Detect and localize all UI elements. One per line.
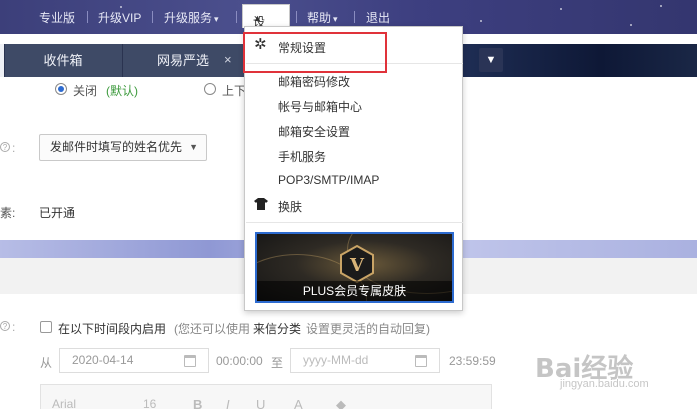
radio-off[interactable]	[55, 83, 67, 95]
editor-toolbar	[40, 384, 492, 409]
shirt-icon	[254, 198, 268, 213]
star-decoration	[630, 24, 632, 26]
skin-caption: PLUS会员专属皮肤	[257, 281, 452, 301]
shirt-icon-svg	[254, 198, 268, 210]
menu-item-security[interactable]: 邮箱安全设置	[278, 123, 350, 140]
nav-logout[interactable]: 退出	[366, 9, 390, 26]
menu-item-mobile[interactable]: 手机服务	[278, 148, 326, 165]
end-time[interactable]: 23:59:59	[449, 354, 496, 368]
star-decoration	[480, 20, 482, 22]
nav-upgrade-service[interactable]: 升级服务 ▾	[164, 9, 219, 26]
highlight-icon[interactable]: ◆	[336, 397, 346, 409]
v-badge-icon: V	[340, 244, 374, 284]
font-color-button[interactable]: A	[294, 397, 303, 409]
colon: :	[12, 320, 16, 334]
colon: :	[12, 141, 16, 155]
bold-button[interactable]: B	[193, 397, 202, 409]
underline-button[interactable]: U	[256, 397, 265, 409]
star-decoration	[560, 8, 562, 10]
nav-separator	[236, 11, 237, 23]
highlight-box	[243, 32, 387, 73]
time-period-label: 在以下时间段内启用	[58, 322, 167, 336]
nav-upgrade-vip[interactable]: 升级VIP	[98, 9, 141, 26]
mail-classification-link[interactable]: 来信分类	[253, 320, 301, 337]
calendar-icon[interactable]	[184, 355, 196, 367]
to-label: 至	[271, 356, 284, 370]
tab-inbox[interactable]: 收件箱	[4, 44, 122, 77]
star-decoration	[120, 6, 122, 8]
chevron-up-icon: ▲	[253, 13, 262, 23]
star-decoration	[660, 5, 662, 7]
tab-inbox-label: 收件箱	[43, 53, 83, 68]
nav-separator	[354, 11, 355, 23]
menu-divider	[246, 222, 463, 223]
chevron-down-icon: ▾	[214, 14, 219, 24]
help-icon[interactable]: ?	[0, 142, 10, 152]
tab-list-button[interactable]: ▼	[479, 48, 503, 72]
from-label: 从	[40, 356, 53, 370]
v-badge-letter: V	[349, 255, 365, 276]
menu-item-password-change[interactable]: 邮箱密码修改	[278, 73, 350, 90]
start-time[interactable]: 00:00:00	[216, 354, 263, 368]
time-period-hint-prefix: (您还可以使用	[174, 322, 250, 336]
nav-settings[interactable]: 设置 ▲	[242, 4, 290, 46]
sender-name-select-value: 发邮件时填写的姓名优先	[50, 140, 183, 154]
help-icon[interactable]: ?	[0, 321, 10, 331]
status-label: 素:	[0, 206, 16, 220]
nav-help[interactable]: 帮助 ▾	[307, 9, 338, 26]
plus-skin-banner[interactable]: V PLUS会员专属皮肤	[255, 232, 454, 303]
end-date-placeholder: yyyy-MM-dd	[303, 353, 369, 367]
font-family-select[interactable]: Arial	[52, 397, 76, 409]
chevron-down-icon: ▼	[189, 142, 198, 152]
chevron-down-icon: ▾	[333, 14, 338, 24]
nav-upgrade-service-label: 升级服务	[164, 11, 213, 25]
menu-item-skin[interactable]: 换肤	[278, 198, 302, 215]
tab-yanxuan-label: 网易严选	[156, 53, 209, 68]
time-period-hint-suffix: 设置更灵活的自动回复)	[306, 322, 430, 336]
radio-other[interactable]	[204, 83, 216, 95]
radio-other-label: 上下	[222, 84, 247, 98]
nav-pro-edition[interactable]: 专业版	[39, 9, 75, 26]
nav-separator	[87, 11, 88, 23]
italic-button[interactable]: I	[226, 397, 230, 409]
sender-name-select[interactable]: 发邮件时填写的姓名优先 ▼	[39, 134, 207, 161]
nav-help-label: 帮助	[307, 11, 332, 25]
menu-item-pop3[interactable]: POP3/SMTP/IMAP	[278, 173, 379, 187]
time-period-checkbox[interactable]	[40, 321, 52, 333]
baidu-watermark-url: jingyan.baidu.com	[560, 378, 649, 390]
chevron-down-icon: ▼	[485, 54, 497, 66]
font-size-select[interactable]: 16	[143, 397, 156, 409]
start-date-value: 2020-04-14	[72, 353, 134, 367]
calendar-icon[interactable]	[415, 355, 427, 367]
nav-separator	[296, 11, 297, 23]
status-value: 已开通	[39, 206, 76, 220]
menu-item-account-center[interactable]: 帐号与邮箱中心	[278, 98, 362, 115]
close-icon[interactable]: ×	[224, 52, 232, 67]
radio-off-label: 关闭	[73, 84, 98, 98]
nav-separator	[152, 11, 153, 23]
default-tag: (默认)	[106, 84, 138, 98]
